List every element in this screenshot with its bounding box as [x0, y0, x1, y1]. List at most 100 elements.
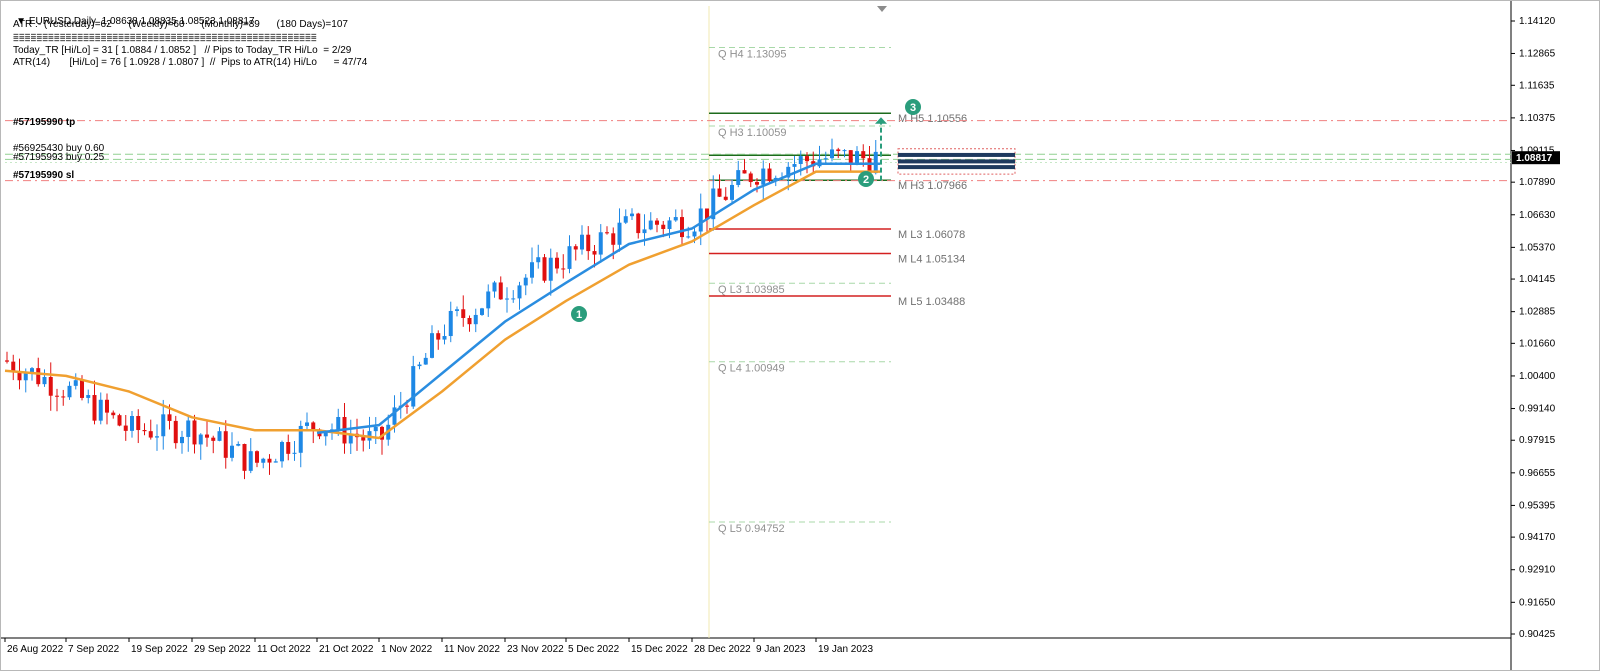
bull-candle	[230, 445, 234, 458]
buy-order-label-2[interactable]: #57195993 buy 0.25	[13, 152, 104, 163]
bull-candle	[373, 426, 378, 432]
bear-candle	[592, 251, 597, 255]
price-tick-label: 1.12865	[1519, 48, 1556, 59]
order-bar[interactable]	[898, 152, 1015, 157]
bull-candle	[42, 376, 47, 385]
bear-candle	[755, 182, 759, 185]
bull-candle	[448, 310, 453, 337]
bear-candle	[361, 437, 366, 441]
date-tick-label: 19 Sep 2022	[131, 644, 188, 655]
sl-order-label[interactable]: #57195990 sl	[13, 170, 74, 181]
bull-candle	[798, 156, 803, 165]
quarterly-pivot-label: Q H3 1.10059	[718, 127, 787, 139]
tp-order-label[interactable]: #57195990 tp	[13, 117, 75, 128]
bear-candle	[136, 416, 141, 431]
order-bar[interactable]	[898, 165, 1015, 170]
bear-candle	[561, 268, 566, 270]
date-tick-label: 26 Aug 2022	[7, 644, 64, 655]
bull-candle	[642, 229, 647, 234]
bull-candle	[486, 291, 491, 309]
bear-candle	[461, 309, 466, 318]
bull-candle	[536, 257, 541, 263]
bull-candle	[98, 399, 103, 421]
price-tick-label: 1.00400	[1519, 371, 1556, 382]
atr-line: ATR :- (Yesterday)=62 (Weekly)=60 (Month…	[13, 19, 348, 30]
atr14-line: ATR(14) [Hi/Lo] = 76 [ 1.0928 / 1.0807 ]…	[13, 57, 368, 68]
price-tick-label: 0.94170	[1519, 532, 1556, 543]
bull-candle	[673, 217, 678, 221]
price-tick-label: 1.07890	[1519, 177, 1556, 188]
chart-shift-marker-icon[interactable]	[877, 6, 887, 12]
bear-candle	[55, 395, 59, 397]
bull-candle	[273, 461, 278, 463]
quarterly-pivot-label: Q L5 0.94752	[718, 523, 785, 535]
bear-candle	[542, 257, 547, 281]
date-tick-label: 1 Nov 2022	[381, 644, 433, 655]
date-tick-label: 29 Sep 2022	[194, 644, 251, 655]
bear-candle	[105, 399, 109, 413]
chart-window[interactable]: 1.14120 1.12865 1.11635 1.10375 1.09115 1.078…	[0, 0, 1600, 671]
date-tick-label: 21 Oct 2022	[319, 644, 374, 655]
bear-candle	[680, 217, 684, 238]
bull-candle	[692, 231, 697, 237]
bear-candle	[48, 376, 53, 396]
ema-fast-line	[316, 162, 880, 435]
bear-candle	[286, 442, 291, 454]
bull-candle	[67, 385, 72, 398]
price-tick-label: 0.92910	[1519, 565, 1556, 576]
date-tick-label: 28 Dec 2022	[694, 644, 751, 655]
bear-candle	[255, 451, 259, 463]
bull-candle	[548, 257, 553, 281]
bull-candle	[86, 395, 91, 398]
bear-candle	[92, 395, 97, 421]
bull-candle	[411, 366, 416, 407]
bear-candle	[573, 246, 578, 250]
bear-candle	[167, 414, 172, 421]
bull-candle	[598, 232, 603, 255]
bull-candle	[248, 451, 253, 471]
monthly-pivot-label: M H5 1.10556	[898, 113, 967, 125]
bear-candle	[36, 368, 41, 385]
bear-candle	[223, 431, 228, 458]
bull-candle	[155, 436, 159, 438]
price-tick-label: 1.10375	[1519, 113, 1556, 124]
order-bar[interactable]	[898, 159, 1015, 164]
bull-candle	[186, 420, 191, 437]
bull-candle	[280, 442, 284, 462]
date-tick-label: 9 Jan 2023	[756, 644, 806, 655]
price-tick-label: 1.02885	[1519, 307, 1556, 318]
bull-candle	[698, 208, 703, 232]
quarterly-pivot-label: Q L3 1.03985	[718, 284, 785, 296]
bull-candle	[23, 372, 28, 381]
bull-candle	[523, 277, 528, 286]
bear-candle	[605, 232, 609, 234]
bull-candle	[830, 149, 834, 159]
bear-candle	[836, 149, 841, 152]
bull-candle	[180, 436, 184, 444]
bull-candle	[473, 314, 478, 325]
bear-candle	[111, 412, 116, 416]
bear-candle	[311, 422, 316, 430]
bear-candle	[636, 213, 641, 234]
bear-candle	[861, 151, 866, 159]
bull-candle	[492, 282, 497, 292]
bear-candle	[80, 380, 84, 398]
bear-candle	[267, 458, 272, 463]
bull-candle	[567, 246, 572, 269]
monthly-pivot-label: M L4 1.05134	[898, 253, 965, 265]
bear-candle	[717, 188, 722, 197]
bull-candle	[336, 416, 341, 430]
price-tick-label: 1.14120	[1519, 16, 1556, 27]
bull-candle	[617, 222, 622, 245]
bear-candle	[805, 156, 809, 162]
bull-candle	[130, 416, 134, 431]
bear-candle	[61, 396, 66, 398]
bear-candle	[586, 234, 591, 252]
bear-candle	[211, 437, 216, 441]
marker-number: 3	[910, 102, 916, 114]
date-tick-label: 23 Nov 2022	[507, 644, 564, 655]
price-tick-label: 0.95395	[1519, 500, 1556, 511]
bull-candle	[423, 357, 428, 365]
chart-svg[interactable]: 1.141201.128651.116351.103751.091151.078…	[1, 1, 1599, 670]
price-tick-label: 1.01660	[1519, 338, 1556, 349]
